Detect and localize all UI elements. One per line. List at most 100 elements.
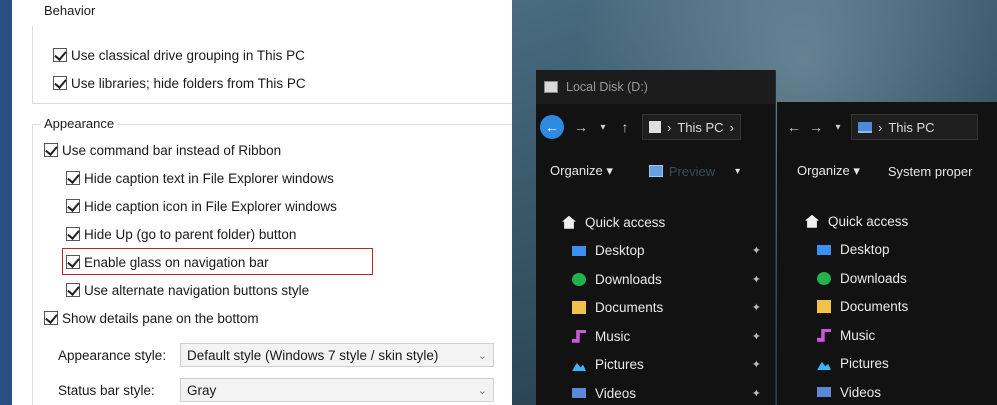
nav-videos[interactable]: Videos <box>777 378 997 405</box>
checkbox-icon[interactable] <box>66 171 80 185</box>
hide-up-button-checkbox[interactable]: Hide Up (go to parent folder) button <box>66 224 296 244</box>
navigation-pane: Quick access Desktop ✦ Downloads ✦ Docum… <box>536 208 775 405</box>
nav-music[interactable]: Music <box>777 321 997 350</box>
organize-button[interactable]: Organize ▾ <box>797 163 860 179</box>
nav-item-label: Desktop <box>595 243 645 259</box>
nav-item-label: Downloads <box>595 271 662 287</box>
appearance-style-select[interactable]: Default style (Windows 7 style / skin st… <box>180 343 494 367</box>
breadcrumb-this-pc[interactable]: This PC <box>677 120 723 135</box>
alternate-nav-buttons-checkbox[interactable]: Use alternate navigation buttons style <box>66 280 309 300</box>
organize-button[interactable]: Organize ▾ <box>550 163 613 179</box>
up-arrow-icon[interactable]: ↑ <box>614 119 636 135</box>
address-bar[interactable]: › This PC › <box>642 114 741 140</box>
documents-folder-icon <box>817 300 831 314</box>
highlight-annotation-box <box>62 248 373 275</box>
checkbox-icon[interactable] <box>53 76 67 90</box>
navigation-bar: ← → ▾ ↑ › This PC › <box>536 110 775 144</box>
preview-pane-icon[interactable] <box>648 165 663 177</box>
pin-icon: ✦ <box>751 387 761 400</box>
nav-music[interactable]: Music ✦ <box>536 322 775 351</box>
window-title-bar[interactable]: Local Disk (D:) <box>536 70 775 104</box>
preview-pane-label[interactable]: Preview <box>669 164 715 179</box>
checkbox-icon[interactable] <box>44 311 58 325</box>
chevron-down-icon: ⌄ <box>477 384 487 397</box>
pane-chevron-icon[interactable]: ▾ <box>735 166 740 177</box>
nav-videos[interactable]: Videos ✦ <box>536 379 775 405</box>
status-bar-style-select[interactable]: Gray ⌄ <box>180 378 494 402</box>
behavior-group: Behavior Use classical drive grouping in… <box>32 3 514 104</box>
checkbox-label: Show details pane on the bottom <box>62 310 259 326</box>
nav-item-label: Quick access <box>828 213 909 229</box>
nav-downloads[interactable]: Downloads <box>777 264 997 293</box>
checkbox-icon[interactable] <box>66 283 80 297</box>
nav-pictures[interactable]: Pictures ✦ <box>536 351 775 380</box>
videos-folder-icon <box>572 388 586 399</box>
behavior-title: Behavior <box>41 3 99 18</box>
checkbox-icon[interactable] <box>66 199 80 213</box>
hide-caption-text-checkbox[interactable]: Hide caption text in File Explorer windo… <box>66 168 334 188</box>
nav-desktop[interactable]: Desktop ✦ <box>536 237 775 266</box>
forward-arrow-icon[interactable]: → <box>805 119 827 135</box>
checkbox-label: Hide Up (go to parent folder) button <box>84 226 297 242</box>
command-bar-checkbox[interactable]: Use command bar instead of Ribbon <box>44 140 281 160</box>
details-pane-bottom-checkbox[interactable]: Show details pane on the bottom <box>44 308 259 328</box>
breadcrumb-this-pc[interactable]: This PC <box>888 120 934 135</box>
window-edge-strip <box>0 0 12 405</box>
nav-desktop[interactable]: Desktop <box>777 236 997 265</box>
explorer-window-local-disk: Local Disk (D:) ← → ▾ ↑ › This PC › Orga… <box>536 70 776 405</box>
organize-label: Organize <box>550 163 603 178</box>
forward-arrow-icon[interactable]: → <box>570 119 592 135</box>
nav-quick-access[interactable]: Quick access <box>536 208 775 237</box>
recent-locations-chevron-icon[interactable]: ▾ <box>827 122 849 133</box>
back-arrow-icon[interactable]: ← <box>783 119 805 135</box>
status-bar-style-row: Status bar style: Gray ⌄ <box>58 378 494 402</box>
downloads-folder-icon <box>817 271 831 285</box>
documents-folder-icon <box>572 301 586 315</box>
pictures-folder-icon <box>817 361 831 371</box>
checkbox-icon[interactable] <box>44 143 58 157</box>
desktop-folder-icon <box>817 244 831 255</box>
pin-icon: ✦ <box>751 245 761 258</box>
navigation-pane: Quick access Desktop Downloads Documents… <box>777 207 997 405</box>
appearance-title: Appearance <box>41 116 118 131</box>
breadcrumb-separator: › <box>667 119 672 135</box>
checkbox-icon[interactable] <box>53 48 67 62</box>
home-icon <box>562 215 576 229</box>
back-arrow-icon[interactable]: ← <box>540 115 564 139</box>
nav-documents[interactable]: Documents ✦ <box>536 294 775 323</box>
classical-drive-grouping-checkbox[interactable]: Use classical drive grouping in This PC <box>53 45 305 65</box>
nav-downloads[interactable]: Downloads ✦ <box>536 265 775 294</box>
nav-item-label: Documents <box>595 300 664 316</box>
hide-caption-icon-checkbox[interactable]: Hide caption icon in File Explorer windo… <box>66 196 337 216</box>
checkbox-label: Use libraries; hide folders from This PC <box>71 75 306 91</box>
breadcrumb-separator: › <box>878 119 883 135</box>
nav-documents[interactable]: Documents <box>777 293 997 322</box>
pictures-folder-icon <box>572 362 586 372</box>
status-bar-style-value: Gray <box>187 382 217 398</box>
appearance-style-row: Appearance style: Default style (Windows… <box>58 343 494 367</box>
nav-quick-access[interactable]: Quick access <box>777 207 997 236</box>
window-title: Local Disk (D:) <box>566 80 648 94</box>
address-bar[interactable]: › This PC <box>851 114 978 140</box>
nav-item-label: Desktop <box>840 242 890 258</box>
navigation-bar: ← → ▾ › This PC <box>777 110 997 144</box>
home-icon <box>805 214 819 228</box>
nav-pictures[interactable]: Pictures <box>777 350 997 379</box>
recent-locations-chevron-icon[interactable]: ▾ <box>592 122 614 133</box>
checkbox-icon[interactable] <box>66 227 80 241</box>
pin-icon: ✦ <box>751 273 761 286</box>
pin-icon: ✦ <box>751 302 761 315</box>
command-bar: Organize ▾ System proper <box>777 154 997 188</box>
pin-icon: ✦ <box>751 330 761 343</box>
drive-icon <box>544 81 558 93</box>
checkbox-label: Hide caption text in File Explorer windo… <box>84 170 334 186</box>
nav-item-label: Pictures <box>595 357 644 373</box>
chevron-down-icon: ⌄ <box>477 349 487 362</box>
system-properties-button[interactable]: System proper <box>888 164 973 179</box>
drive-icon <box>649 121 661 133</box>
command-bar: Organize ▾ Preview ▾ <box>536 154 775 188</box>
music-folder-icon <box>817 328 831 342</box>
this-pc-icon <box>858 121 872 133</box>
use-libraries-checkbox[interactable]: Use libraries; hide folders from This PC <box>53 73 306 93</box>
nav-item-label: Music <box>595 328 631 344</box>
